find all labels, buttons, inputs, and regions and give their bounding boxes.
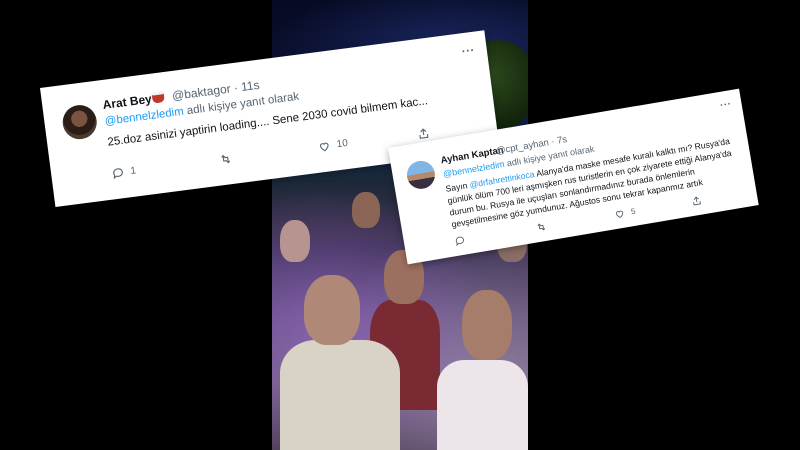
- like-count: 10: [336, 137, 349, 151]
- share-button[interactable]: [690, 194, 703, 207]
- retweet-icon: [537, 223, 546, 231]
- person: [280, 220, 310, 262]
- coffee-icon: [152, 93, 166, 104]
- reply-button[interactable]: [454, 234, 467, 247]
- like-icon: [615, 210, 624, 218]
- share-icon: [419, 128, 429, 139]
- person-body: [437, 360, 528, 450]
- share-icon: [693, 196, 701, 206]
- like-icon: [319, 142, 329, 152]
- person-body: [280, 340, 400, 450]
- share-button[interactable]: [416, 126, 431, 141]
- like-button[interactable]: 5: [613, 206, 636, 220]
- like-count: 5: [630, 206, 637, 217]
- reply-count: 1: [129, 165, 137, 177]
- reply-icon: [113, 168, 123, 180]
- retweet-icon: [221, 154, 231, 164]
- timestamp: 7s: [556, 134, 568, 147]
- avatar[interactable]: [404, 158, 438, 192]
- timestamp: 11s: [240, 77, 261, 95]
- more-icon[interactable]: ...: [719, 96, 732, 109]
- person: [304, 275, 360, 345]
- reply-button[interactable]: 1: [111, 164, 137, 180]
- reply-icon: [455, 236, 465, 247]
- retweet-button[interactable]: [534, 221, 548, 234]
- person: [462, 290, 512, 360]
- avatar[interactable]: [60, 103, 99, 142]
- more-icon[interactable]: ...: [460, 40, 475, 56]
- like-button[interactable]: 10: [317, 137, 349, 154]
- retweet-button[interactable]: [218, 152, 234, 167]
- person: [352, 192, 380, 228]
